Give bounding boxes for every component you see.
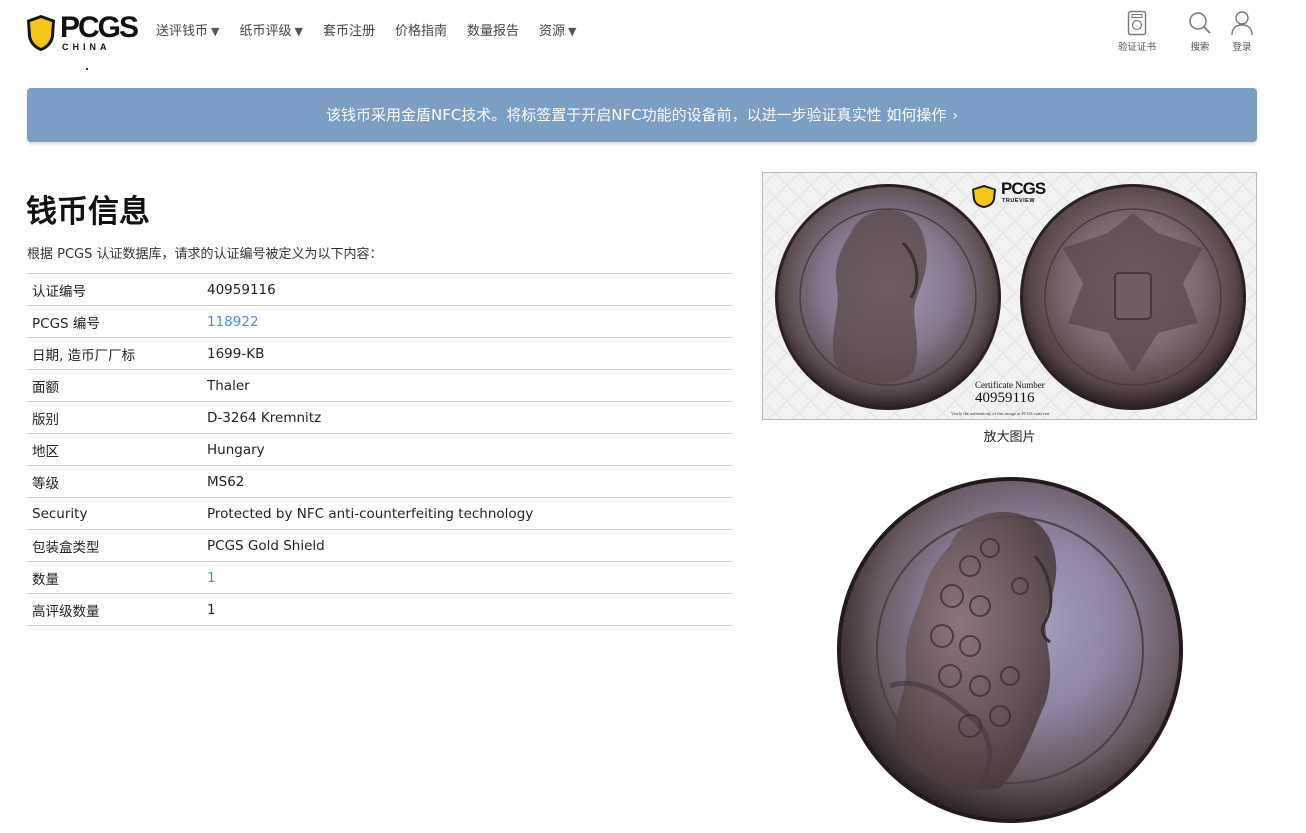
nfc-info-banner[interactable]: 该钱币采用金盾NFC技术。将标签置于开启NFC功能的设备前，以进一步验证真实性 … (27, 88, 1257, 142)
population-link[interactable]: 1 (207, 570, 216, 586)
row-value: 118922 (202, 306, 732, 338)
table-row: 地区 Hungary (27, 433, 732, 466)
table-row: 版别 D-3264 Kremnitz (27, 401, 732, 434)
verify-cert-button[interactable]: 验证证书 (1114, 10, 1160, 53)
chevron-down-icon: ▼ (294, 25, 303, 38)
trueview-image[interactable]: PCGS TRUEVIEW Certificate Number 4095911… (762, 172, 1257, 420)
row-label: 包装盒类型 (32, 539, 100, 556)
trueview-brand: PCGS (1001, 179, 1046, 198)
stray-dot (86, 68, 88, 70)
search-icon (1189, 12, 1211, 34)
logo-subtext: CHINA (62, 42, 111, 52)
nav-submit-coins[interactable]: 送评钱币 ▼ (156, 22, 219, 42)
row-label: 日期, 造币厂厂标 (32, 347, 136, 364)
search-button[interactable]: 搜索 (1182, 10, 1218, 53)
cert-number-label: Certificate Number (975, 380, 1045, 390)
pcgs-china-logo[interactable]: PCGS CHINA (26, 12, 139, 54)
row-value: 1699-KB (207, 345, 265, 362)
table-row: 面额 Thaler (27, 369, 732, 402)
row-label: Security (32, 505, 88, 522)
nav-price-guide[interactable]: 价格指南 (395, 22, 447, 42)
main-nav: 送评钱币 ▼ 纸币评级 ▼ 套币注册 价格指南 数量报告 资源 ▼ (156, 22, 597, 42)
table-row: 认证编号 40959116 (27, 273, 732, 306)
table-row: 高评级数量 1 (27, 593, 732, 626)
page-title: 钱币信息 (26, 194, 150, 230)
page-subtitle: 根据 PCGS 认证数据库，请求的认证编号被定义为以下内容： (27, 247, 383, 262)
row-label: PCGS 编号 (32, 315, 100, 332)
site-header: PCGS CHINA 送评钱币 ▼ 纸币评级 ▼ 套币注册 价格指南 数量报告 资源… (0, 0, 1306, 70)
row-label: 高评级数量 (32, 603, 100, 620)
table-row: 日期, 造币厂厂标 1699-KB (27, 337, 732, 370)
row-value: 1 (207, 601, 216, 618)
nfc-banner-text: 该钱币采用金盾NFC技术。将标签置于开启NFC功能的设备前，以进一步验证真实性 … (325, 106, 947, 124)
coin-info-table: 认证编号 40959116 PCGS 编号 118922 日期, 造币厂厂标 1699… (27, 273, 732, 626)
table-row: 数量 1 (27, 561, 732, 594)
table-row: PCGS 编号 118922 (27, 305, 732, 338)
shield-logo-icon (27, 15, 55, 51)
nav-banknote-grading[interactable]: 纸币评级 ▼ (239, 22, 302, 42)
pcgs-number-link[interactable]: 118922 (207, 314, 259, 330)
cert-verify-note: Verify the authenticity of this image at… (951, 411, 1050, 416)
large-obverse-coin (837, 477, 1183, 823)
large-coin-image (830, 476, 1190, 824)
logo-wordmark: PCGS (60, 11, 139, 44)
row-value: 1 (202, 562, 732, 594)
row-label: 面额 (32, 379, 59, 396)
header-tools: 验证证书 搜索 登录 (1106, 10, 1306, 60)
row-value: Thaler (207, 377, 250, 394)
row-label: 地区 (32, 443, 59, 460)
cert-holder-icon (1127, 10, 1147, 36)
nav-population-report[interactable]: 数量报告 (467, 22, 519, 42)
nav-resources[interactable]: 资源 ▼ (539, 22, 576, 42)
chevron-right-icon: › (952, 108, 959, 124)
row-value: Hungary (207, 441, 265, 458)
enlarge-image-link[interactable]: 放大图片 (762, 426, 1257, 445)
row-value: 40959116 (207, 281, 276, 298)
trueview-brand-sub: TRUEVIEW (1002, 198, 1036, 204)
nav-set-registry[interactable]: 套币注册 (323, 22, 375, 42)
row-label: 版别 (32, 411, 59, 428)
table-row: 包装盒类型 PCGS Gold Shield (27, 529, 732, 562)
row-label: 等级 (32, 475, 59, 492)
chevron-down-icon: ▼ (211, 25, 220, 38)
table-row: Security Protected by NFC anti-counterfei… (27, 497, 732, 530)
row-value: D-3264 Kremnitz (207, 409, 322, 426)
user-icon (1231, 11, 1253, 36)
cert-number-value: 40959116 (975, 390, 1035, 406)
row-value: Protected by NFC anti-counterfeiting tec… (207, 505, 534, 522)
row-value: PCGS Gold Shield (207, 537, 325, 554)
row-label: 认证编号 (32, 283, 86, 300)
row-value: MS62 (207, 473, 245, 490)
row-label: 数量 (32, 571, 59, 588)
login-button[interactable]: 登录 (1224, 10, 1260, 53)
table-row: 等级 MS62 (27, 465, 732, 498)
chevron-down-icon: ▼ (568, 25, 577, 38)
